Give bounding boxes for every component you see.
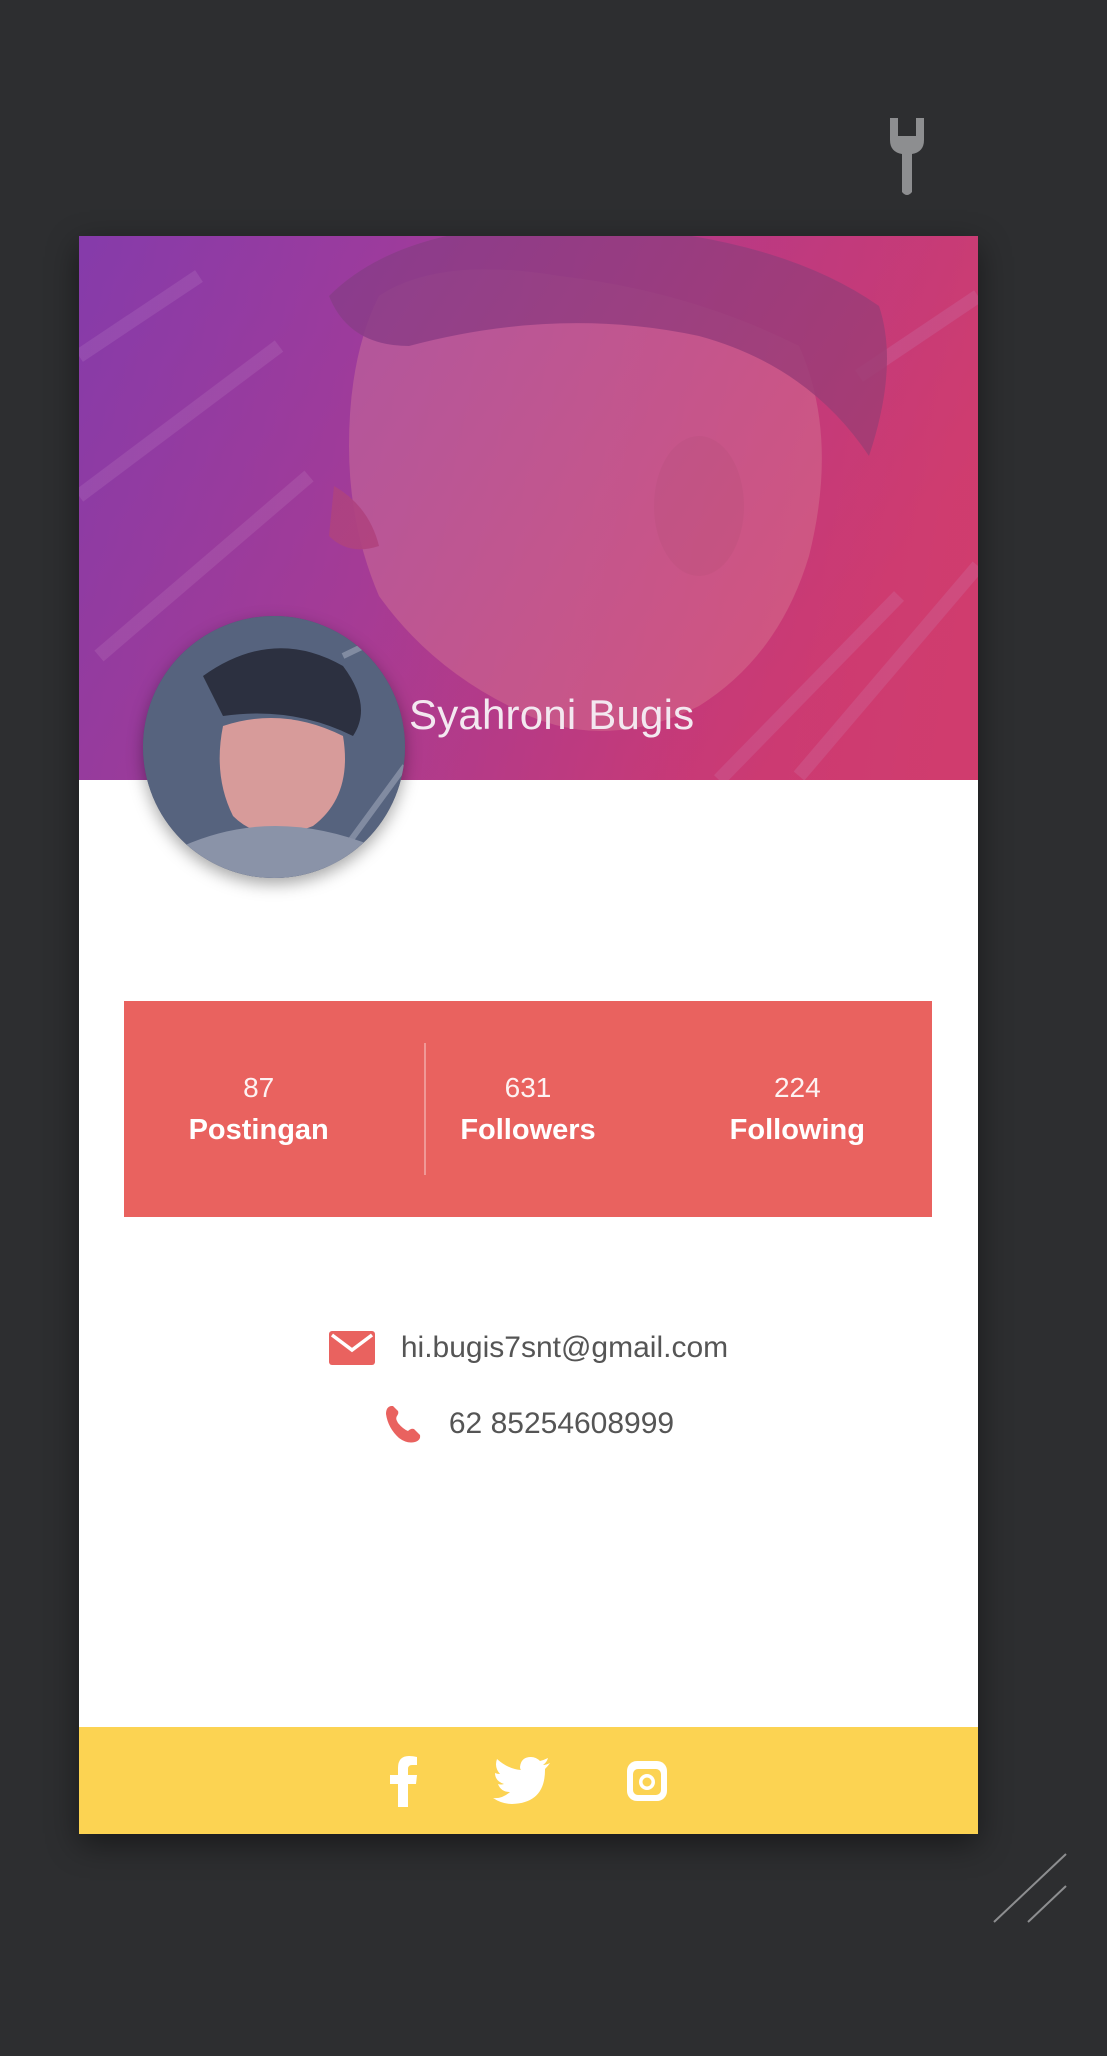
stat-followers[interactable]: 631 Followers — [393, 1001, 662, 1217]
email-text[interactable]: hi.bugis7snt@gmail.com — [401, 1331, 728, 1365]
twitter-icon[interactable] — [492, 1756, 551, 1805]
stat-following[interactable]: 224 Following — [663, 1001, 932, 1217]
stat-value: 224 — [773, 1071, 821, 1103]
phone-icon — [385, 1406, 421, 1443]
stat-postingan[interactable]: 87 Postingan — [124, 1001, 393, 1217]
phone-text[interactable]: 62 85254608999 — [449, 1407, 674, 1441]
mail-icon — [328, 1331, 375, 1365]
avatar[interactable] — [143, 616, 405, 878]
stat-value: 631 — [504, 1071, 552, 1103]
wrench-icon[interactable] — [880, 118, 934, 196]
contact-email-row: hi.bugis7snt@gmail.com — [79, 1331, 978, 1365]
stats-divider — [424, 1043, 426, 1175]
profile-name: Syahroni Bugis — [409, 691, 695, 738]
profile-card: Syahroni Bugis 87 Postingan 631 Follower… — [79, 236, 978, 1834]
stats-bar: 87 Postingan 631 Followers 224 Following — [124, 1001, 932, 1217]
stat-label: Postingan — [188, 1113, 329, 1146]
contact-phone-row: 62 85254608999 — [79, 1404, 978, 1444]
facebook-icon[interactable] — [389, 1755, 419, 1807]
stat-value: 87 — [243, 1071, 275, 1103]
social-footer — [79, 1727, 978, 1834]
instagram-icon[interactable] — [625, 1759, 669, 1803]
stat-label: Following — [729, 1113, 865, 1146]
stat-label: Followers — [460, 1113, 596, 1146]
resize-handle-icon[interactable] — [990, 1850, 1070, 1930]
